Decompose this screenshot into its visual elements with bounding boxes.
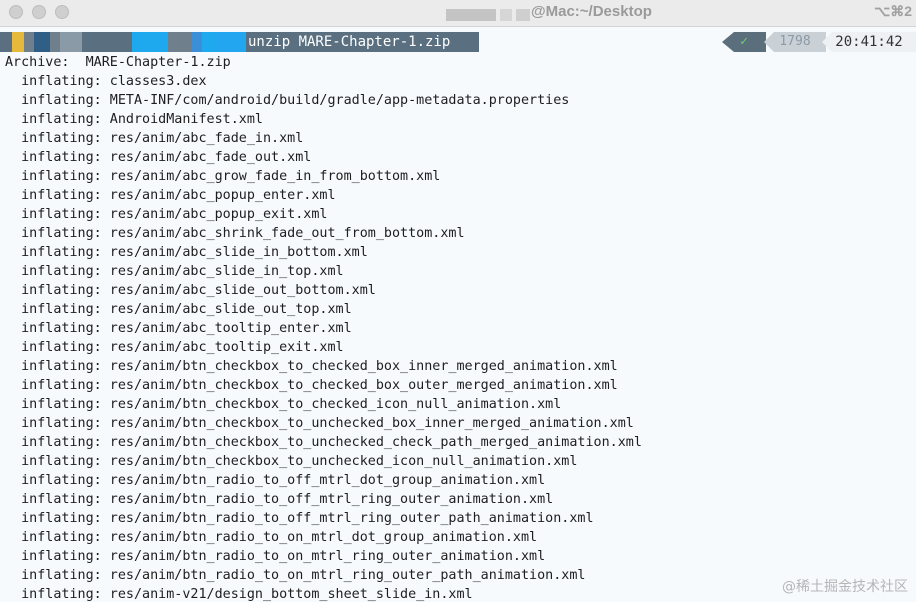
prompt-line: unzip MARE-Chapter-1.zip ✓ 1798 20:41:42 — [0, 32, 916, 52]
output-line: inflating: res/anim/btn_checkbox_to_unch… — [5, 416, 634, 431]
output-line: inflating: res/anim/btn_checkbox_to_unch… — [5, 454, 578, 469]
output-line: inflating: res/anim/abc_fade_out.xml — [5, 150, 312, 165]
output-line: inflating: res/anim/abc_tooltip_enter.xm… — [5, 321, 352, 336]
window-title: @Mac:~/Desktop — [531, 3, 652, 20]
output-line: inflating: res/anim/btn_checkbox_to_chec… — [5, 378, 618, 393]
output-line: inflating: res/anim/abc_grow_fade_in_fro… — [5, 169, 441, 184]
output-line: inflating: res/anim/btn_radio_to_on_mtrl… — [5, 568, 586, 583]
terminal-window: @Mac:~/Desktop ⌥⌘2 unzip MARE-Chapter-1.… — [0, 0, 916, 602]
output-line: inflating: res/anim/btn_radio_to_off_mtr… — [5, 511, 594, 526]
output-line: inflating: res/anim/btn_checkbox_to_chec… — [5, 397, 562, 412]
output-line: inflating: res/anim/abc_slide_out_top.xm… — [5, 302, 352, 317]
output-line: inflating: res/anim/abc_shrink_fade_out_… — [5, 226, 465, 241]
output-line: inflating: res/anim/btn_checkbox_to_unch… — [5, 435, 642, 450]
output-line: inflating: res/anim/btn_radio_to_on_mtrl… — [5, 549, 546, 564]
output-line: inflating: res/anim/abc_popup_enter.xml — [5, 188, 336, 203]
output-line: inflating: res/anim/btn_checkbox_to_chec… — [5, 359, 618, 374]
zoom-window-button[interactable] — [55, 5, 69, 19]
minimize-window-button[interactable] — [32, 5, 46, 19]
output-line: inflating: res/anim/btn_radio_to_off_mtr… — [5, 473, 546, 488]
output-line: inflating: res/anim/abc_slide_out_bottom… — [5, 283, 376, 298]
command-text: unzip MARE-Chapter-1.zip — [246, 32, 479, 52]
output-line: inflating: res/anim/abc_slide_in_top.xml — [5, 264, 344, 279]
output-line: inflating: res/anim-v21/design_bottom_sh… — [5, 587, 473, 602]
output-line: inflating: AndroidManifest.xml — [5, 112, 263, 127]
prompt-time: 20:41:42 — [822, 32, 916, 52]
close-window-button[interactable] — [9, 5, 23, 19]
output-line: inflating: classes3.dex — [5, 74, 207, 89]
output-line: inflating: META-INF/com/android/build/gr… — [5, 93, 570, 108]
output-line: inflating: res/anim/abc_popup_exit.xml — [5, 207, 328, 222]
output-line: inflating: res/anim/abc_slide_in_bottom.… — [5, 245, 368, 260]
terminal-output: Archive: MARE-Chapter-1.zip inflating: c… — [5, 53, 916, 602]
output-line: inflating: res/anim/btn_radio_to_on_mtrl… — [5, 530, 538, 545]
redacted-username — [446, 9, 530, 21]
output-line: Archive: MARE-Chapter-1.zip — [5, 55, 231, 70]
output-line: inflating: res/anim/abc_tooltip_exit.xml — [5, 340, 344, 355]
output-line: inflating: res/anim/btn_radio_to_off_mtr… — [5, 492, 554, 507]
title-bar: @Mac:~/Desktop ⌥⌘2 — [0, 0, 916, 27]
watermark: @稀土掘金技术社区 — [782, 579, 908, 595]
window-shortcut: ⌥⌘2 — [874, 3, 912, 19]
checkmark-icon: ✓ — [722, 32, 766, 52]
output-line: inflating: res/anim/abc_fade_in.xml — [5, 131, 304, 146]
history-number: 1798 — [764, 32, 826, 52]
